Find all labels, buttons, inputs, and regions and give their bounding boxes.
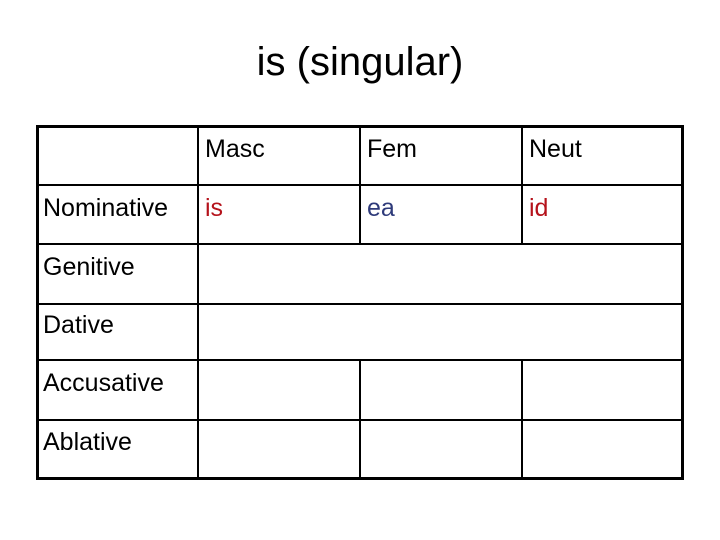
case-ablative: Ablative: [43, 428, 132, 456]
case-dative: Dative: [43, 311, 114, 339]
case-accusative: Accusative: [43, 369, 164, 397]
header-fem: Fem: [367, 135, 417, 163]
nominative-fem: ea: [367, 194, 395, 222]
col-divider: [359, 125, 361, 244]
row-divider: [36, 303, 684, 305]
col-divider: [359, 360, 361, 480]
slide-title: is (singular): [256, 40, 464, 84]
col-divider: [197, 125, 199, 480]
col-divider: [521, 125, 523, 244]
nominative-masc: is: [205, 194, 224, 222]
header-masc: Masc: [205, 135, 265, 163]
case-genitive: Genitive: [43, 253, 135, 281]
header-neut: Neut: [529, 135, 582, 163]
col-divider: [521, 360, 523, 480]
nominative-neut: id: [529, 194, 549, 222]
case-nominative: Nominative: [43, 194, 169, 222]
